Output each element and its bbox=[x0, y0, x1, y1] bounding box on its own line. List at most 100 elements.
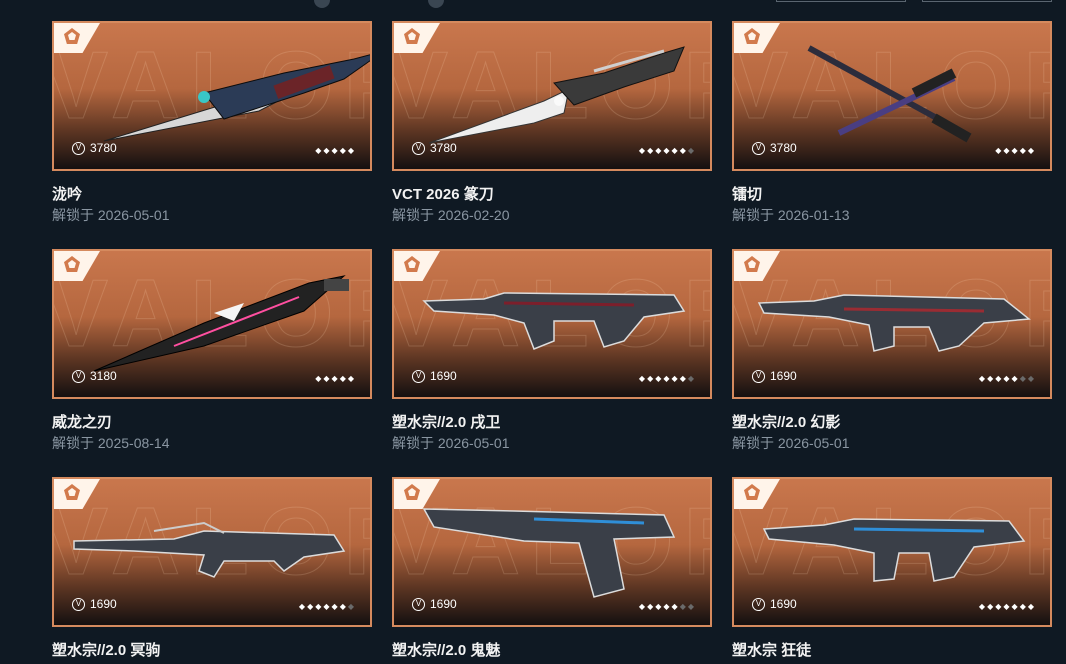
diamond-icon: ◆ bbox=[978, 374, 986, 383]
skin-item: VALORANTV1690◆◆◆◆◆◆◆塑水宗//2.0 鬼魅 bbox=[392, 477, 712, 659]
tier-icon bbox=[64, 28, 80, 44]
diamond-icon: ◆ bbox=[647, 374, 654, 383]
diamond-icon: ◆ bbox=[1011, 374, 1018, 383]
diamond-icon: ◆ bbox=[1019, 602, 1026, 611]
diamond-icon: ◆ bbox=[339, 602, 346, 611]
vp-currency-icon: V bbox=[752, 597, 765, 611]
skin-card[interactable]: VALORANTV1690◆◆◆◆◆◆◆ bbox=[732, 249, 1052, 399]
diamond-icon: ◆ bbox=[1011, 146, 1018, 155]
skin-card[interactable]: VALORANTV1690◆◆◆◆◆◆◆ bbox=[732, 477, 1052, 627]
diamond-icon: ◆ bbox=[995, 602, 1002, 611]
diamond-icon: ◆ bbox=[663, 602, 670, 611]
skin-name: 威龙之刃 bbox=[52, 414, 113, 431]
skin-item: VALORANTV3780◆◆◆◆◆泷吟解锁于 2026-05-01 bbox=[52, 21, 372, 223]
diamond-icon: ◆ bbox=[339, 374, 346, 383]
diamond-icon: ◆ bbox=[1027, 602, 1034, 611]
diamond-icon: ◆ bbox=[315, 602, 322, 611]
tier-icon bbox=[64, 484, 80, 500]
diamond-icon: ◆ bbox=[671, 602, 678, 611]
vp-currency-icon: V bbox=[412, 597, 425, 611]
diamond-icon: ◆ bbox=[1011, 602, 1018, 611]
price-tag: V 3780 bbox=[72, 141, 117, 155]
tier-icon bbox=[744, 28, 760, 44]
diamond-icon: ◆ bbox=[679, 146, 686, 155]
price-value: 3180 bbox=[90, 369, 117, 383]
skin-name: 泷吟 bbox=[52, 186, 83, 203]
vp-currency-icon: V bbox=[72, 369, 85, 383]
diamond-icon: ◆ bbox=[1019, 146, 1026, 155]
price-tag: V 1690 bbox=[412, 597, 457, 611]
skin-card[interactable]: VALORANTV3780◆◆◆◆◆ bbox=[732, 21, 1052, 171]
vp-currency-icon: V bbox=[752, 369, 765, 383]
price-value: 1690 bbox=[770, 597, 797, 611]
diamond-icon: ◆ bbox=[331, 602, 338, 611]
diamond-icon: ◆ bbox=[987, 374, 994, 383]
diamond-icon: ◆ bbox=[663, 146, 670, 155]
skin-collection-page: VALORANTV3780◆◆◆◆◆泷吟解锁于 2026-05-01VALORA… bbox=[0, 0, 1066, 664]
price-value: 1690 bbox=[90, 597, 117, 611]
diamond-icon: ◆ bbox=[323, 374, 330, 383]
diamond-icon: ◆ bbox=[339, 146, 346, 155]
skin-card[interactable]: VALORANTV1690◆◆◆◆◆◆◆ bbox=[392, 477, 712, 627]
diamond-icon: ◆ bbox=[687, 146, 694, 155]
diamond-icon: ◆ bbox=[655, 146, 662, 155]
price-value: 3780 bbox=[90, 141, 117, 155]
skin-name: 塑水宗 狂徒 bbox=[732, 642, 812, 659]
price-value: 1690 bbox=[770, 369, 797, 383]
skin-card[interactable]: VALORANTV3780◆◆◆◆◆◆◆ bbox=[392, 21, 712, 171]
rating-stars: ◆ ◆ ◆ ◆ ◆ ◆ ◆ bbox=[639, 146, 694, 155]
diamond-icon: ◆ bbox=[978, 602, 986, 611]
sort-dropdown[interactable] bbox=[776, 0, 906, 2]
rating-stars: ◆ ◆ ◆ ◆ ◆ ◆ ◆ bbox=[639, 602, 694, 611]
diamond-icon: ◆ bbox=[655, 602, 662, 611]
price-tag: V 1690 bbox=[412, 369, 457, 383]
vp-currency-icon: V bbox=[752, 141, 765, 155]
rating-stars: ◆ ◆ ◆ ◆ ◆ bbox=[315, 374, 354, 383]
filter-toggle-icon[interactable] bbox=[314, 0, 330, 8]
diamond-icon: ◆ bbox=[347, 146, 354, 155]
unlock-date: 解锁于 2026-01-13 bbox=[732, 207, 850, 223]
unlock-date: 解锁于 2026-05-01 bbox=[392, 435, 510, 451]
diamond-icon: ◆ bbox=[995, 146, 1002, 155]
skin-item: VALORANTV3780◆◆◆◆◆◆◆VCT 2026 篆刀解锁于 2026-… bbox=[392, 21, 712, 223]
diamond-icon: ◆ bbox=[298, 602, 306, 611]
skin-name: 塑水宗//2.0 冥驹 bbox=[52, 642, 161, 659]
price-value: 1690 bbox=[430, 369, 457, 383]
filter-toggle-icon[interactable] bbox=[428, 0, 444, 8]
skin-card[interactable]: VALORANTV3180◆◆◆◆◆ bbox=[52, 249, 372, 399]
tier-icon bbox=[64, 256, 80, 272]
vp-currency-icon: V bbox=[412, 141, 425, 155]
skin-name: 镭切 bbox=[732, 186, 763, 203]
filter-dropdown[interactable] bbox=[922, 0, 1052, 2]
price-tag: V 3780 bbox=[752, 141, 797, 155]
diamond-icon: ◆ bbox=[647, 602, 654, 611]
skin-card[interactable]: VALORANTV3780◆◆◆◆◆ bbox=[52, 21, 372, 171]
tier-icon bbox=[404, 256, 420, 272]
diamond-icon: ◆ bbox=[315, 374, 322, 383]
skin-item: VALORANTV3180◆◆◆◆◆威龙之刃解锁于 2025-08-14 bbox=[52, 249, 372, 451]
diamond-icon: ◆ bbox=[307, 602, 314, 611]
skin-card[interactable]: VALORANTV1690◆◆◆◆◆◆◆ bbox=[392, 249, 712, 399]
skin-item: VALORANTV1690◆◆◆◆◆◆◆塑水宗//2.0 戌卫解锁于 2026-… bbox=[392, 249, 712, 451]
skin-item: VALORANTV1690◆◆◆◆◆◆◆塑水宗//2.0 幻影解锁于 2026-… bbox=[732, 249, 1052, 451]
tier-icon bbox=[404, 484, 420, 500]
unlock-date: 解锁于 2026-02-20 bbox=[392, 207, 510, 223]
rating-stars: ◆ ◆ ◆ ◆ ◆ ◆ ◆ bbox=[639, 374, 694, 383]
diamond-icon: ◆ bbox=[638, 146, 646, 155]
tier-icon bbox=[744, 256, 760, 272]
diamond-icon: ◆ bbox=[331, 146, 338, 155]
vp-currency-icon: V bbox=[412, 369, 425, 383]
tier-icon bbox=[744, 484, 760, 500]
rating-stars: ◆ ◆ ◆ ◆ ◆ bbox=[315, 146, 354, 155]
vp-currency-icon: V bbox=[72, 141, 85, 155]
skin-item: VALORANTV3780◆◆◆◆◆镭切解锁于 2026-01-13 bbox=[732, 21, 1052, 223]
diamond-icon: ◆ bbox=[987, 602, 994, 611]
diamond-icon: ◆ bbox=[323, 602, 330, 611]
skin-card[interactable]: VALORANTV1690◆◆◆◆◆◆◆ bbox=[52, 477, 372, 627]
diamond-icon: ◆ bbox=[679, 602, 686, 611]
price-tag: V 1690 bbox=[752, 369, 797, 383]
price-tag: V 3180 bbox=[72, 369, 117, 383]
diamond-icon: ◆ bbox=[347, 374, 354, 383]
rating-stars: ◆ ◆ ◆ ◆ ◆ ◆ ◆ bbox=[979, 602, 1034, 611]
diamond-icon: ◆ bbox=[347, 602, 354, 611]
